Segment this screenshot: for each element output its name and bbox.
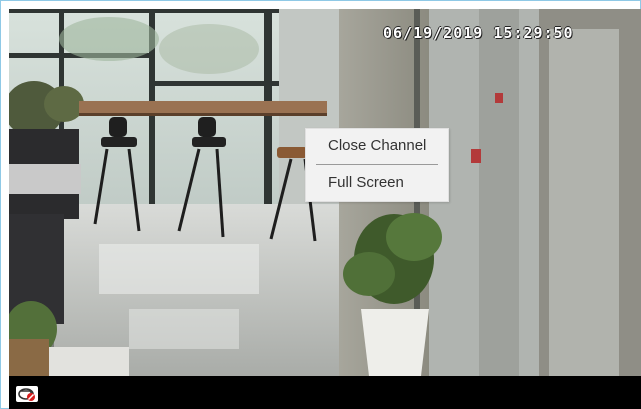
channel-toolbar [9,376,641,409]
context-menu: Close Channel Full Screen [305,128,449,202]
osd-timestamp: 06/19/2019 15:29:50 [383,24,574,42]
recording-disabled-icon[interactable] [15,385,39,403]
menu-separator [316,164,438,165]
full-screen-menu-item[interactable]: Full Screen [306,169,448,197]
close-channel-label: Close Channel [328,137,427,154]
close-channel-menu-item[interactable]: Close Channel [306,132,448,160]
full-screen-label: Full Screen [328,174,404,191]
